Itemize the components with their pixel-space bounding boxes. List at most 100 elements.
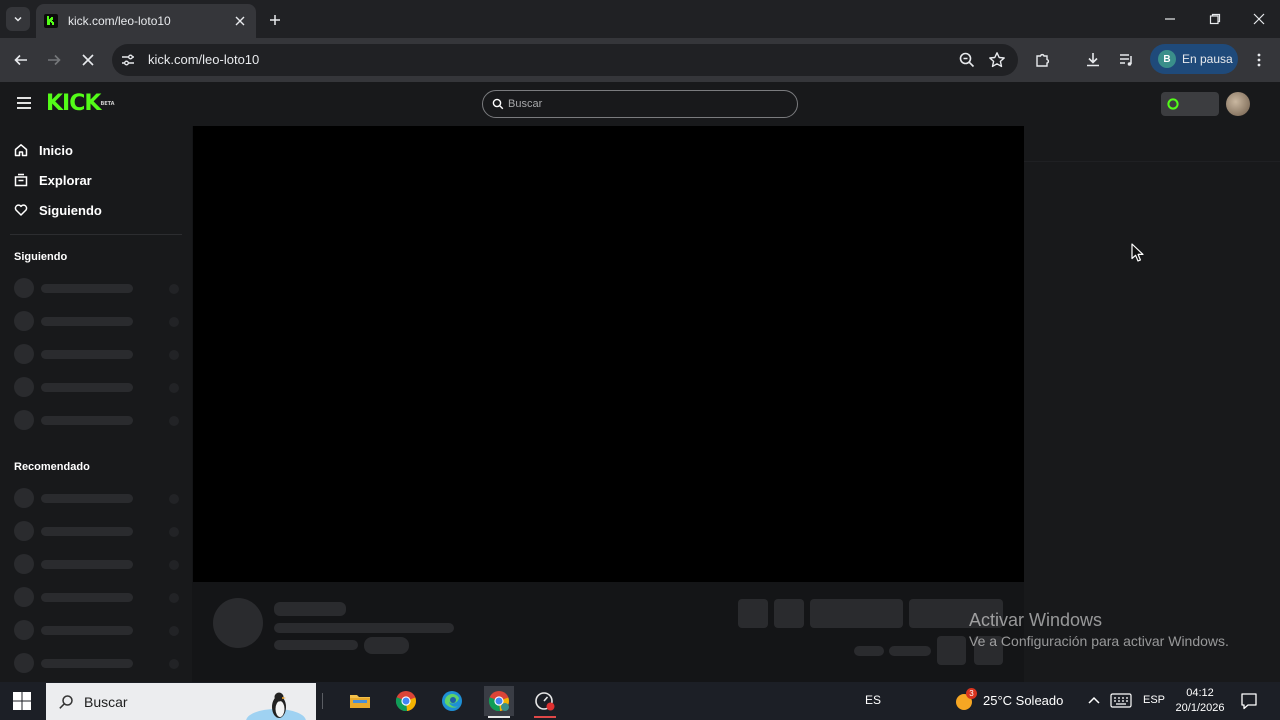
profile-button[interactable]: B En pausa <box>1150 44 1238 74</box>
bookmark-star-icon[interactable] <box>987 50 1007 70</box>
restore-icon <box>1209 13 1221 25</box>
tray-language[interactable]: ES <box>865 693 881 707</box>
site-settings-icon[interactable] <box>120 52 136 68</box>
beta-badge: BETA <box>100 101 115 107</box>
taskbar-clock[interactable]: 04:12 20/1/2026 <box>1174 686 1226 716</box>
puzzle-icon <box>1036 53 1050 67</box>
stop-loading-button[interactable] <box>76 48 100 72</box>
home-icon <box>14 144 28 157</box>
search-icon <box>492 98 504 110</box>
notifications-icon[interactable] <box>1240 692 1258 710</box>
downloads-button[interactable] <box>1081 48 1105 72</box>
stopwatch-icon <box>535 692 555 711</box>
stream-title-skeleton <box>274 623 454 633</box>
kick-top-navigation: KICKBETA Buscar <box>0 82 1280 126</box>
channel-name-skeleton <box>274 602 346 616</box>
download-icon <box>1087 53 1099 67</box>
sidebar-item-label: Siguiendo <box>39 202 102 218</box>
tab-search-button[interactable] <box>6 7 30 31</box>
sidebar-divider <box>10 234 182 235</box>
close-tab-icon[interactable] <box>232 13 248 29</box>
follow-button-skeleton <box>810 599 903 628</box>
kicks-balance-button[interactable] <box>1161 92 1219 116</box>
clock-time: 04:12 <box>1186 687 1214 699</box>
edge-button[interactable] <box>437 686 467 716</box>
recommended-skeleton-row <box>14 587 180 607</box>
sidebar-item-label: Inicio <box>39 142 73 158</box>
zoom-icon[interactable] <box>957 50 977 70</box>
weather-alert-badge: 3 <box>966 688 977 699</box>
arrow-right-icon <box>48 54 61 66</box>
compass-icon <box>14 173 28 187</box>
kick-favicon-icon <box>44 14 58 28</box>
tab-title: kick.com/leo-loto10 <box>68 14 171 28</box>
media-controls-button[interactable] <box>1115 48 1139 72</box>
kick-logo[interactable]: KICKBETA <box>46 93 115 115</box>
chevron-up-icon[interactable] <box>1087 694 1101 706</box>
edge-icon <box>442 691 462 711</box>
channel-avatar-skeleton <box>213 598 263 648</box>
profile-status: En pausa <box>1182 52 1233 66</box>
close-icon <box>82 54 94 66</box>
taskbar-search-box[interactable]: Buscar <box>46 683 316 720</box>
plus-icon <box>270 15 280 25</box>
chevron-down-icon <box>14 16 22 22</box>
sidebar-item-inicio[interactable]: Inicio <box>14 141 73 159</box>
windows-activation-watermark: Activar Windows Ve a Configuración para … <box>969 610 1229 649</box>
following-skeleton-row <box>14 377 180 397</box>
user-avatar[interactable] <box>1226 92 1250 116</box>
tag-skeleton <box>364 637 409 654</box>
minimize-button[interactable] <box>1158 8 1182 30</box>
address-bar[interactable]: kick.com/leo-loto10 <box>112 44 1018 76</box>
profile-initial: B <box>1158 50 1176 68</box>
sidebar-item-siguiendo[interactable]: Siguiendo <box>14 201 102 219</box>
minimize-icon <box>1165 18 1175 20</box>
chrome-button[interactable] <box>391 686 421 716</box>
sidebar-item-explorar[interactable]: Explorar <box>14 171 92 189</box>
chat-header <box>1024 126 1280 162</box>
search-placeholder: Buscar <box>508 98 543 110</box>
search-input[interactable]: Buscar <box>482 90 798 118</box>
extensions-button[interactable] <box>1031 48 1055 72</box>
chat-panel <box>1024 126 1280 682</box>
file-explorer-button[interactable] <box>345 686 375 716</box>
following-section-title: Siguiendo <box>14 251 68 263</box>
watermark-subtitle: Ve a Configuración para activar Windows. <box>969 633 1229 649</box>
browser-menu-button[interactable] <box>1247 48 1271 72</box>
chrome-icon <box>395 691 416 712</box>
action-button-skeleton <box>774 599 804 628</box>
recorder-app-button[interactable] <box>530 686 560 718</box>
browser-tab-active[interactable]: kick.com/leo-loto10 <box>36 4 256 38</box>
folder-icon <box>350 695 370 708</box>
arrow-left-icon <box>14 54 27 66</box>
windows-taskbar: Buscar ES 3 25°C Soleado ESP 04:12 20/1/… <box>0 682 1280 720</box>
action-button-skeleton <box>738 599 768 628</box>
recommended-skeleton-row <box>14 521 180 541</box>
forward-button[interactable] <box>42 48 66 72</box>
more-vertical-icon <box>1257 53 1261 67</box>
close-window-button[interactable] <box>1247 8 1271 30</box>
windows-start-icon[interactable] <box>12 691 32 711</box>
chrome-profile-button-active[interactable] <box>484 686 514 718</box>
clock-date: 20/1/2026 <box>1175 702 1225 714</box>
new-tab-button[interactable] <box>264 9 286 31</box>
menu-icon[interactable] <box>16 96 32 110</box>
url-text[interactable]: kick.com/leo-loto10 <box>148 52 259 67</box>
stat-skeleton <box>889 646 931 656</box>
weather-text[interactable]: 25°C Soleado <box>983 693 1063 708</box>
restore-button[interactable] <box>1203 8 1227 30</box>
back-button[interactable] <box>9 48 33 72</box>
heart-icon <box>14 204 28 216</box>
chrome-icon <box>488 691 509 712</box>
recommended-skeleton-row <box>14 488 180 508</box>
video-player[interactable] <box>193 126 1024 582</box>
kick-coin-icon <box>1167 98 1179 110</box>
taskbar-search-label: Buscar <box>84 693 128 710</box>
recommended-skeleton-row <box>14 653 180 673</box>
sidebar: Inicio Explorar Siguiendo Siguiendo Reco… <box>0 126 192 682</box>
browser-toolbar: kick.com/leo-loto10 B En pausa <box>0 38 1280 82</box>
recommended-skeleton-row <box>14 554 180 574</box>
input-language[interactable]: ESP <box>1143 694 1165 706</box>
keyboard-icon[interactable] <box>1110 693 1132 709</box>
kick-page: KICKBETA Buscar Inicio Explorar Siguiend… <box>0 82 1280 682</box>
